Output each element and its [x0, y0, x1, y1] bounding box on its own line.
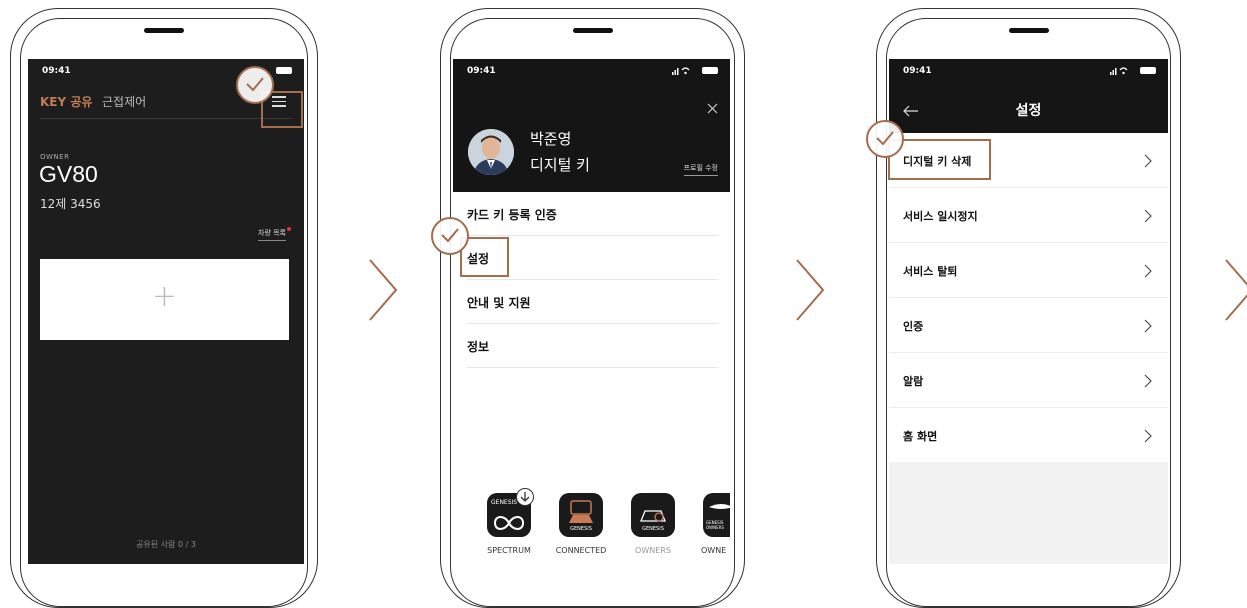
close-icon[interactable] — [707, 99, 718, 118]
tab-divider — [40, 118, 292, 119]
status-time: 09:41 — [903, 66, 932, 76]
owner-label: OWNER — [40, 153, 70, 161]
battery-icon — [276, 66, 292, 76]
app-owners2-label: OWNE — [701, 546, 727, 555]
app-owners2-brand: GENESIS OWNERS — [706, 520, 724, 530]
profile-edit-link[interactable]: 프로필 수정 — [683, 163, 718, 176]
status-time: 09:41 — [467, 66, 496, 76]
app-owners-brand: GENESIS — [642, 526, 664, 532]
screen-key-share: 09:41 KEY 공유 근접제어 OWNER GV80 12제 3456 차량… — [28, 59, 304, 564]
app-owners-icon[interactable]: GENESIS — [631, 493, 675, 537]
user-name: 박준영 — [530, 130, 572, 148]
app-spectrum-label: SPECTRUM — [487, 546, 531, 555]
settings-item-label: 알람 — [903, 375, 924, 388]
chevron-right-icon — [1144, 263, 1152, 282]
app-connected-brand: GENESIS — [570, 526, 592, 532]
settings-item-auth[interactable]: 인증 — [889, 298, 1168, 353]
screen-side-menu: 09:41 박준영 디지털 키 프로필 수정 카드 키 등록 인증 설정 안내 … — [453, 59, 730, 564]
step-arrow-2-icon — [795, 258, 827, 322]
license-plate: 12제 3456 — [40, 197, 101, 211]
download-icon[interactable] — [516, 488, 534, 506]
step-arrow-1-icon — [368, 258, 400, 322]
phone-speaker-1 — [144, 28, 184, 33]
screen-settings: 09:41 설정 디지털 키 삭제 서비스 일시정지 서비스 탈퇴 인증 알람 … — [889, 59, 1168, 564]
chevron-right-icon — [1144, 153, 1152, 172]
settings-item-label: 서비스 탈퇴 — [903, 265, 958, 278]
vehicle-list-link[interactable]: 차량 목록 — [258, 228, 286, 241]
settings-item-label: 홈 화면 — [903, 430, 938, 443]
app-owners-label: OWNERS — [635, 546, 671, 555]
settings-item-pause[interactable]: 서비스 일시정지 — [889, 188, 1168, 243]
settings-item-withdraw[interactable]: 서비스 탈퇴 — [889, 243, 1168, 298]
check-icon-2 — [431, 217, 469, 255]
signal-wifi-battery-icon — [672, 66, 718, 76]
chevron-right-icon — [1144, 373, 1152, 392]
status-bar: 09:41 — [889, 59, 1168, 81]
app-owners2-icon[interactable]: GENESIS OWNERS — [703, 493, 730, 537]
tab-proximity-control[interactable]: 근접제어 — [102, 93, 146, 110]
highlight-delete-key — [888, 139, 991, 180]
menu-item-card-key[interactable]: 카드 키 등록 인증 — [467, 192, 718, 236]
app-connected-label: CONNECTED — [555, 546, 607, 555]
settings-item-alarm[interactable]: 알람 — [889, 353, 1168, 408]
check-icon-1 — [236, 66, 274, 104]
chevron-right-icon — [1144, 208, 1152, 227]
settings-item-label: 인증 — [903, 320, 924, 333]
status-bar: 09:41 — [453, 59, 730, 81]
signal-wifi-battery-icon — [1110, 66, 1156, 76]
tab-key-share[interactable]: KEY 공유 — [40, 93, 92, 110]
page-title: 설정 — [1015, 103, 1042, 119]
check-icon-3 — [866, 120, 904, 158]
plus-icon: + — [151, 279, 178, 314]
phone-speaker-2 — [572, 28, 613, 33]
chevron-right-icon — [1144, 428, 1152, 447]
menu-item-support[interactable]: 안내 및 지원 — [467, 280, 718, 324]
menu-item-info[interactable]: 정보 — [467, 324, 718, 368]
step-arrow-3-icon — [1224, 258, 1247, 322]
status-time: 09:41 — [42, 66, 71, 76]
app-connected-icon[interactable]: GENESIS — [559, 493, 603, 537]
chevron-right-icon — [1144, 318, 1152, 337]
settings-item-home-screen[interactable]: 홈 화면 — [889, 408, 1168, 463]
empty-area — [889, 462, 1168, 564]
avatar — [468, 129, 514, 175]
notification-dot — [287, 227, 291, 231]
profile-subtitle: 디지털 키 — [530, 156, 590, 174]
add-share-card[interactable]: + — [40, 259, 289, 340]
shared-count: 공유된 사람 0 / 3 — [136, 540, 196, 549]
vehicle-model: GV80 — [39, 161, 98, 187]
vehicle-list-label: 차량 목록 — [258, 229, 286, 237]
phone-speaker-3 — [1008, 28, 1049, 33]
settings-item-label: 서비스 일시정지 — [903, 210, 978, 223]
